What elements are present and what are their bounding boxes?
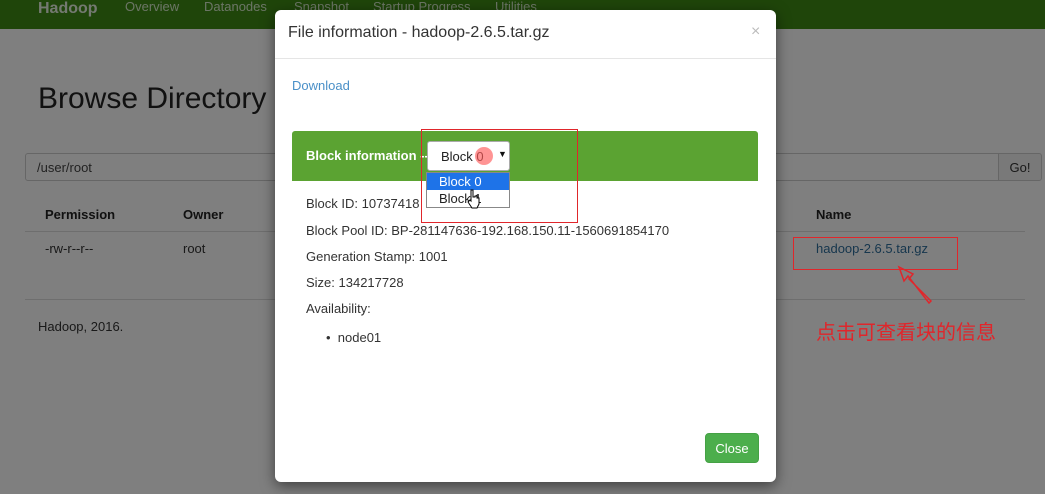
block-id: Block ID: 10737418 bbox=[306, 196, 420, 211]
close-button[interactable]: Close bbox=[705, 433, 759, 463]
annotation-box-select bbox=[421, 129, 578, 223]
annotation-arrow-icon bbox=[897, 265, 933, 305]
annotation-text: 点击可查看块的信息 bbox=[816, 322, 996, 344]
block-pool-id: Block Pool ID: BP-281147636-192.168.150.… bbox=[306, 223, 670, 238]
modal-title: File information - hadoop-2.6.5.tar.gz bbox=[288, 24, 550, 41]
download-link[interactable]: Download bbox=[292, 78, 350, 93]
block-size: Size: 134217728 bbox=[306, 275, 404, 290]
node-name: node01 bbox=[337, 330, 382, 345]
modal-header-divider bbox=[275, 58, 776, 59]
list-item-node: • node01 bbox=[326, 330, 382, 345]
availability-label: Availability: bbox=[306, 301, 371, 316]
close-icon[interactable]: × bbox=[751, 23, 760, 41]
panel-heading-label: Block information -- bbox=[306, 148, 429, 163]
file-info-modal: File information - hadoop-2.6.5.tar.gz ×… bbox=[275, 10, 776, 482]
generation-stamp: Generation Stamp: 1001 bbox=[306, 249, 448, 264]
